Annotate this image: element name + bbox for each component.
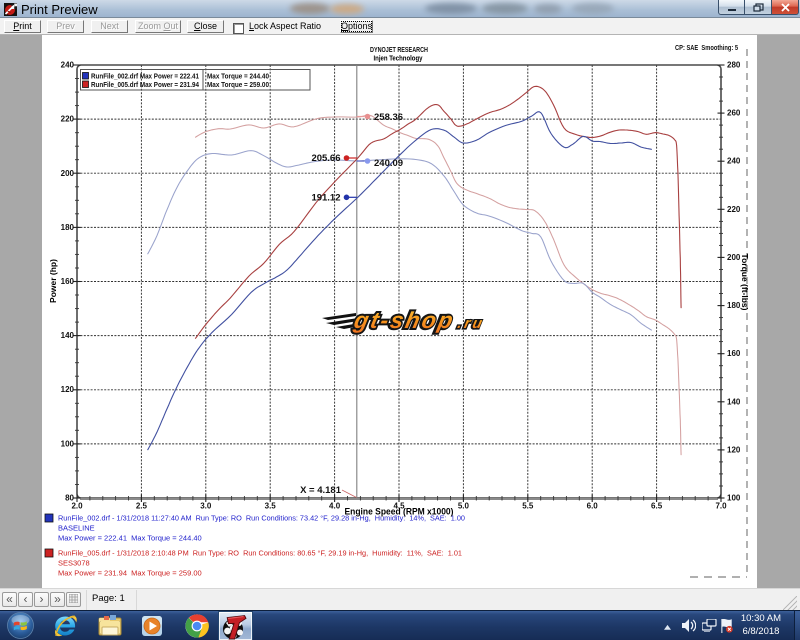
svg-text:160: 160	[727, 349, 741, 358]
svg-text:Torque (ft-lbs): Torque (ft-lbs)	[740, 254, 750, 311]
svg-text:7.0: 7.0	[715, 502, 727, 511]
svg-text:140: 140	[61, 331, 75, 340]
svg-text:Max Torque = 259.00: Max Torque = 259.00	[207, 82, 269, 89]
svg-text:X = 4.181: X = 4.181	[300, 485, 342, 496]
svg-text:RunFile_005.drf Max Power = 23: RunFile_005.drf Max Power = 231.94	[91, 82, 199, 89]
svg-text:3.5: 3.5	[265, 502, 277, 511]
svg-text:6.5: 6.5	[651, 502, 663, 511]
svg-text:200: 200	[61, 169, 75, 178]
svg-text:CP: SAE Smoothing: 5: CP: SAE Smoothing: 5	[675, 43, 738, 52]
svg-text:RunFile_002.drf Max Power = 22: RunFile_002.drf Max Power = 222.41	[91, 74, 199, 81]
svg-text:3.0: 3.0	[200, 502, 212, 511]
svg-text:5.0: 5.0	[458, 502, 470, 511]
svg-text:2.0: 2.0	[71, 502, 83, 511]
svg-text:180: 180	[727, 301, 741, 310]
svg-text:100: 100	[61, 439, 75, 448]
svg-text:DYNOJET RESEARCH: DYNOJET RESEARCH	[370, 45, 428, 54]
svg-text:Max Torque = 244.40: Max Torque = 244.40	[207, 74, 269, 81]
svg-text:120: 120	[61, 385, 75, 394]
svg-text:191.12: 191.12	[311, 193, 340, 204]
svg-text:Injen Technology: Injen Technology	[374, 56, 423, 63]
svg-text:2.5: 2.5	[136, 502, 148, 511]
svg-text:gt-shop: gt-shop	[351, 307, 455, 333]
svg-text:100: 100	[727, 494, 741, 503]
svg-text:260: 260	[727, 109, 741, 118]
svg-text:140: 140	[727, 397, 741, 406]
svg-text:205.66: 205.66	[311, 153, 340, 164]
svg-text:RunFile_002.drf - 1/31/2018 11: RunFile_002.drf - 1/31/2018 11:27:40 AM …	[58, 514, 465, 523]
svg-text:6.0: 6.0	[587, 502, 599, 511]
svg-text:5.5: 5.5	[522, 502, 534, 511]
svg-text:220: 220	[61, 115, 75, 124]
svg-text:180: 180	[61, 223, 75, 232]
svg-text:Max Power = 222.41 Max Torque: Max Power = 222.41 Max Torque = 244.40	[58, 534, 202, 543]
svg-text:BASELINE: BASELINE	[58, 524, 95, 533]
svg-text:RunFile_005.drf - 1/31/2018 2:: RunFile_005.drf - 1/31/2018 2:10:48 PM R…	[58, 549, 462, 558]
svg-text:120: 120	[727, 445, 741, 454]
svg-text:4.5: 4.5	[393, 502, 405, 511]
svg-text:200: 200	[727, 253, 741, 262]
svg-text:258.36: 258.36	[374, 112, 403, 123]
svg-text:220: 220	[727, 205, 741, 214]
svg-text:Power (hp): Power (hp)	[48, 259, 58, 303]
svg-text:240.09: 240.09	[374, 158, 403, 169]
svg-text:240: 240	[61, 61, 75, 70]
svg-text:240: 240	[727, 157, 741, 166]
svg-text:160: 160	[61, 277, 75, 286]
svg-text:SES3078: SES3078	[58, 559, 90, 568]
svg-text:280: 280	[727, 61, 741, 70]
svg-text:Max Power = 231.94 Max Torque: Max Power = 231.94 Max Torque = 259.00	[58, 569, 202, 578]
svg-text:4.0: 4.0	[329, 502, 341, 511]
